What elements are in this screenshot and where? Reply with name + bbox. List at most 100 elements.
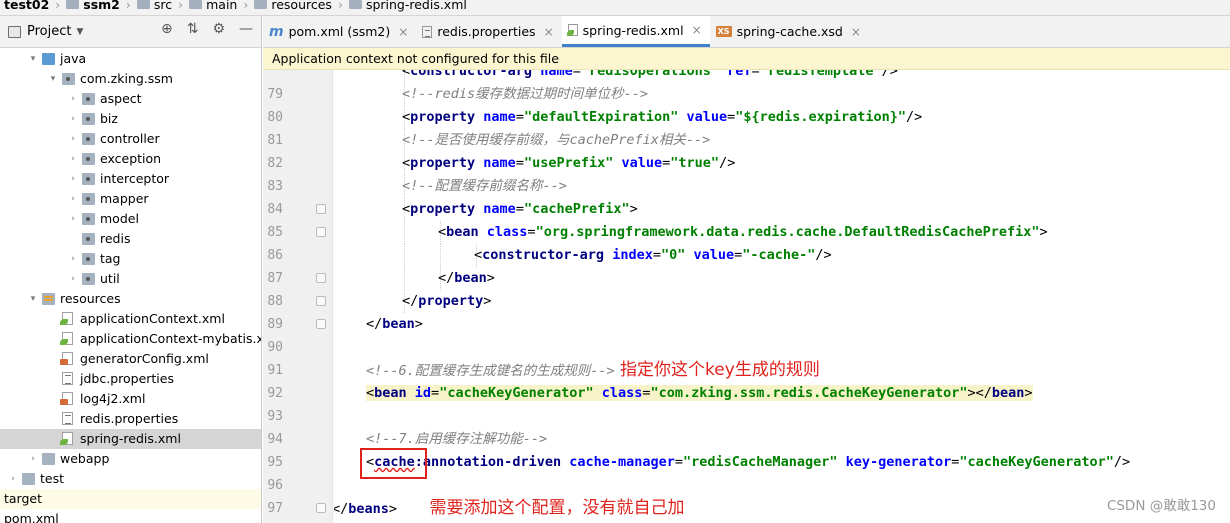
fold-toggle-icon[interactable] (316, 296, 326, 306)
chevron-right-icon[interactable]: › (68, 89, 78, 109)
tab-spring-redis-xml[interactable]: spring-redis.xml × (561, 16, 710, 47)
context-warning-banner: Application context not configured for t… (263, 48, 1230, 70)
tab-pom-xml-ssm2-[interactable]: m pom.xml (ssm2) × (263, 16, 416, 47)
highlighted-code: <bean id="cacheKeyGenerator" class="com.… (366, 385, 1033, 401)
gutter-line: 93 (263, 405, 332, 428)
tree-item-model[interactable]: › model (0, 209, 261, 229)
code-line: </property> (402, 290, 491, 313)
tree-item-com-zking-ssm[interactable]: ▾ com.zking.ssm (0, 69, 261, 89)
project-view-selector[interactable]: Project ▼ (8, 24, 83, 39)
close-icon[interactable]: × (544, 25, 554, 39)
spring-xml-file-icon (60, 312, 73, 325)
breadcrumb-item[interactable]: resources (254, 0, 332, 12)
line-gutter: 79 80 81 82 83 84 85 86 87 88 89 90 91 92 93 94 95 96 97 (263, 70, 333, 523)
tree-item-label: model (100, 211, 139, 226)
tree-item-interceptor[interactable]: › interceptor (0, 169, 261, 189)
chevron-right-icon[interactable]: › (68, 209, 78, 229)
code-token: "-cache-" (742, 247, 816, 263)
minimize-icon[interactable]: — (239, 21, 253, 37)
collapse-all-icon[interactable]: ⇅ (187, 21, 199, 37)
package-icon (82, 133, 95, 145)
chevron-right-icon[interactable]: › (28, 449, 38, 469)
fold-toggle-icon[interactable] (316, 503, 326, 513)
tree-item-controller[interactable]: › controller (0, 129, 261, 149)
close-icon[interactable]: × (398, 25, 408, 39)
fold-toggle-icon[interactable] (316, 319, 326, 329)
tree-item-label: jdbc.properties (80, 371, 174, 386)
tree-item-resources[interactable]: ▾ resources (0, 289, 261, 309)
breadcrumb-item[interactable]: main (189, 0, 237, 12)
chevron-down-icon[interactable]: ▾ (48, 69, 58, 89)
chevron-right-icon[interactable]: › (68, 189, 78, 209)
code-token: bean (991, 385, 1025, 401)
chevron-right-icon[interactable]: › (68, 149, 78, 169)
tree-item-java[interactable]: ▾ java (0, 49, 261, 69)
tree-item-tag[interactable]: › tag (0, 249, 261, 269)
chevron-right-icon[interactable]: › (8, 469, 18, 489)
line-number: 87 (267, 271, 283, 286)
tab-label: redis.properties (437, 24, 536, 39)
chevron-right-icon[interactable]: › (68, 269, 78, 289)
tree-item-biz[interactable]: › biz (0, 109, 261, 129)
chevron-down-icon[interactable]: ▾ (28, 49, 38, 69)
chevron-right-icon[interactable]: › (68, 109, 78, 129)
line-number: 91 (267, 363, 283, 378)
tab-label: spring-redis.xml (582, 22, 684, 38)
fold-toggle-icon[interactable] (316, 273, 326, 283)
line-number: 90 (267, 340, 283, 355)
tree-item-mapper[interactable]: › mapper (0, 189, 261, 209)
tree-item-test[interactable]: › test (0, 469, 261, 489)
code-token: ref (727, 70, 752, 79)
properties-file-icon (62, 372, 73, 385)
breadcrumb-item[interactable]: spring-redis.xml (348, 0, 467, 12)
code-token: < (438, 224, 447, 240)
code-line: </bean> (366, 313, 423, 336)
breadcrumb-item[interactable]: test02 (4, 0, 49, 12)
code-token: </ (402, 293, 419, 309)
code-token: > (629, 201, 638, 217)
tree-item-jdbc-properties[interactable]: jdbc.properties (0, 369, 261, 389)
folder-icon (254, 0, 268, 9)
tree-item-webapp[interactable]: › webapp (0, 449, 261, 469)
code-token: value (693, 247, 735, 263)
tree-item-redis[interactable]: redis (0, 229, 261, 249)
tree-item-pom-xml[interactable]: pom.xml (0, 509, 261, 523)
close-icon[interactable]: × (692, 23, 702, 37)
tree-item-applicationcontext-mybatis-xml[interactable]: applicationContext-mybatis.xml (0, 329, 261, 349)
project-icon (8, 25, 21, 38)
line-number: 89 (267, 317, 283, 332)
gear-icon[interactable]: ⚙ (212, 21, 225, 37)
tree-item-applicationcontext-xml[interactable]: applicationContext.xml (0, 309, 261, 329)
tree-item-label: generatorConfig.xml (80, 351, 209, 366)
tree-item-aspect[interactable]: › aspect (0, 89, 261, 109)
gutter-line (263, 70, 332, 83)
tree-item-redis-properties[interactable]: redis.properties (0, 409, 261, 429)
close-icon[interactable]: × (851, 25, 861, 39)
tree-item-label: biz (100, 111, 118, 126)
gutter-line: 88 (263, 290, 332, 313)
tree-item-spring-redis-xml[interactable]: spring-redis.xml (0, 429, 261, 449)
crosshair-icon[interactable]: ⊕ (161, 21, 173, 37)
chevron-down-icon[interactable]: ▾ (28, 289, 38, 309)
tree-item-exception[interactable]: › exception (0, 149, 261, 169)
tree-item-generatorconfig-xml[interactable]: generatorConfig.xml (0, 349, 261, 369)
chevron-right-icon[interactable]: › (68, 249, 78, 269)
fold-toggle-icon[interactable] (316, 227, 326, 237)
chevron-right-icon[interactable]: › (68, 169, 78, 189)
code-token: /> (905, 109, 923, 125)
code-editor[interactable]: <constructor-arg name="redisOperations" … (334, 70, 1230, 523)
code-token: constructor-arg (482, 247, 613, 263)
tree-item-log4j2-xml[interactable]: log4j2.xml (0, 389, 261, 409)
tree-item-target[interactable]: target (0, 489, 261, 509)
tab-redis-properties[interactable]: redis.properties × (416, 16, 561, 47)
tree-item-label: redis (100, 231, 131, 246)
line-number: 85 (267, 225, 283, 240)
breadcrumb-item[interactable]: ssm2 (66, 0, 120, 12)
tab-spring-cache-xsd[interactable]: XS spring-cache.xsd × (710, 16, 869, 47)
fold-toggle-icon[interactable] (316, 204, 326, 214)
code-line: <!--redis缓存数据过期时间单位秒--> (402, 83, 648, 106)
tree-item-util[interactable]: › util (0, 269, 261, 289)
breadcrumb-item[interactable]: src (136, 0, 172, 12)
chevron-right-icon[interactable]: › (68, 129, 78, 149)
project-panel: Project ▼ ⊕ ⇅ ⚙ — ▾ java ▾ com.zking.ssm › as… (0, 16, 262, 523)
